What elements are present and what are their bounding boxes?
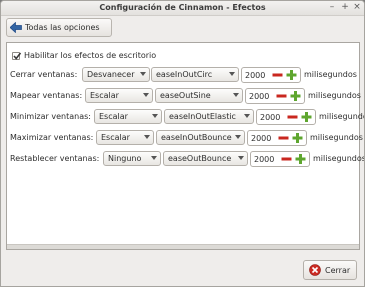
effect-row-maximize: Maximizar ventanas: Escalar easeInOutBou…	[7, 130, 363, 146]
minus-icon[interactable]	[272, 70, 283, 80]
duration-spinner[interactable]: 2000	[241, 67, 301, 83]
minus-icon[interactable]	[276, 91, 287, 101]
chevron-down-icon	[152, 114, 158, 118]
effect-value: Ninguno	[108, 154, 142, 163]
easing-value: easeInOutElastic	[169, 112, 236, 121]
duration-value: 2000	[245, 71, 266, 80]
chevron-down-icon	[140, 72, 146, 76]
effect-select[interactable]: Escalar	[94, 109, 162, 124]
effect-value: Escalar	[99, 112, 128, 121]
duration-value: 2000	[254, 155, 275, 164]
row-label: Minimizar ventanas:	[10, 112, 91, 121]
easing-select[interactable]: easeInOutCirc	[151, 67, 239, 82]
plus-icon[interactable]	[292, 133, 303, 143]
dialog-window: Configuración de Cinnamon - Efectos – + …	[0, 0, 365, 287]
duration-spinner[interactable]: 2000	[256, 109, 316, 125]
plus-icon[interactable]	[301, 112, 312, 122]
effect-select[interactable]: Escalar	[85, 88, 153, 103]
easing-value: easeOutBounce	[168, 154, 232, 163]
chevron-down-icon	[151, 156, 157, 160]
row-label: Mapear ventanas:	[10, 91, 83, 100]
duration-unit: milisegundos	[304, 70, 357, 79]
easing-select[interactable]: easeOutSine	[155, 88, 243, 103]
minus-icon[interactable]	[278, 133, 289, 143]
chevron-down-icon	[143, 93, 149, 97]
minus-icon[interactable]	[281, 154, 292, 164]
row-label: Maximizar ventanas:	[10, 133, 94, 142]
row-label: Restablecer ventanas:	[10, 154, 100, 163]
row-label: Cerrar ventanas:	[10, 70, 78, 79]
close-button[interactable]: ×	[352, 2, 362, 13]
effect-select[interactable]: Desvanecer	[82, 67, 150, 82]
effect-row-minimize: Minimizar ventanas: Escalar easeInOutEla…	[7, 109, 364, 125]
duration-value: 2000	[249, 92, 270, 101]
duration-spinner[interactable]: 2000	[245, 88, 305, 104]
effect-value: Escalar	[101, 133, 130, 142]
effect-select[interactable]: Ninguno	[103, 151, 161, 166]
enable-effects-checkbox[interactable]	[12, 51, 22, 60]
effect-row-map: Mapear ventanas: Escalar easeOutSine 200…	[7, 88, 361, 104]
panel-scroll-edge	[7, 244, 359, 249]
chevron-down-icon	[235, 135, 241, 139]
all-settings-button[interactable]: Todas las opciones	[6, 18, 112, 37]
effect-row-close: Cerrar ventanas: Desvanecer easeInOutCir…	[7, 67, 361, 83]
chevron-down-icon	[233, 93, 239, 97]
all-settings-label: Todas las opciones	[25, 23, 100, 32]
plus-icon[interactable]	[295, 154, 306, 164]
easing-value: easeInOutBounce	[161, 133, 232, 142]
effect-row-restore: Restablecer ventanas: Ninguno easeOutBou…	[7, 151, 364, 167]
enable-effects-label: Habilitar los efectos de escritorio	[24, 51, 157, 60]
chevron-down-icon	[144, 135, 150, 139]
duration-unit: milisegundos	[310, 133, 363, 142]
chevron-down-icon	[229, 72, 235, 76]
easing-value: easeOutSine	[160, 91, 211, 100]
duration-unit: milisegundos	[313, 154, 365, 163]
close-dialog-button[interactable]: Cerrar	[303, 260, 357, 280]
easing-value: easeInOutCirc	[156, 70, 213, 79]
maximize-button[interactable]: +	[340, 2, 350, 13]
minus-icon[interactable]	[287, 112, 298, 122]
easing-select[interactable]: easeOutBounce	[163, 151, 248, 166]
plus-icon[interactable]	[290, 91, 301, 101]
plus-icon[interactable]	[286, 70, 297, 80]
duration-spinner[interactable]: 2000	[250, 151, 310, 167]
duration-unit: milisegundos	[319, 112, 364, 121]
minimize-button[interactable]: –	[327, 2, 337, 13]
chevron-down-icon	[238, 156, 244, 160]
effect-select[interactable]: Escalar	[96, 130, 154, 145]
effect-value: Escalar	[90, 91, 119, 100]
window-title: Configuración de Cinnamon - Efectos	[99, 3, 266, 12]
easing-select[interactable]: easeInOutBounce	[156, 130, 245, 145]
checkmark-icon	[13, 52, 22, 60]
arrow-left-icon	[10, 22, 22, 33]
effect-value: Desvanecer	[87, 70, 135, 79]
effects-panel: Habilitar los efectos de escritorio Cerr…	[6, 42, 364, 250]
easing-select[interactable]: easeInOutElastic	[164, 109, 254, 124]
duration-unit: milisegundos	[308, 91, 361, 100]
enable-effects-row[interactable]: Habilitar los efectos de escritorio	[12, 51, 156, 60]
close-dialog-label: Cerrar	[325, 265, 351, 275]
duration-value: 2000	[260, 113, 281, 122]
titlebar: Configuración de Cinnamon - Efectos – + …	[1, 1, 364, 16]
chevron-down-icon	[244, 114, 250, 118]
close-red-icon	[309, 264, 321, 276]
duration-spinner[interactable]: 2000	[247, 130, 307, 146]
duration-value: 2000	[251, 134, 272, 143]
